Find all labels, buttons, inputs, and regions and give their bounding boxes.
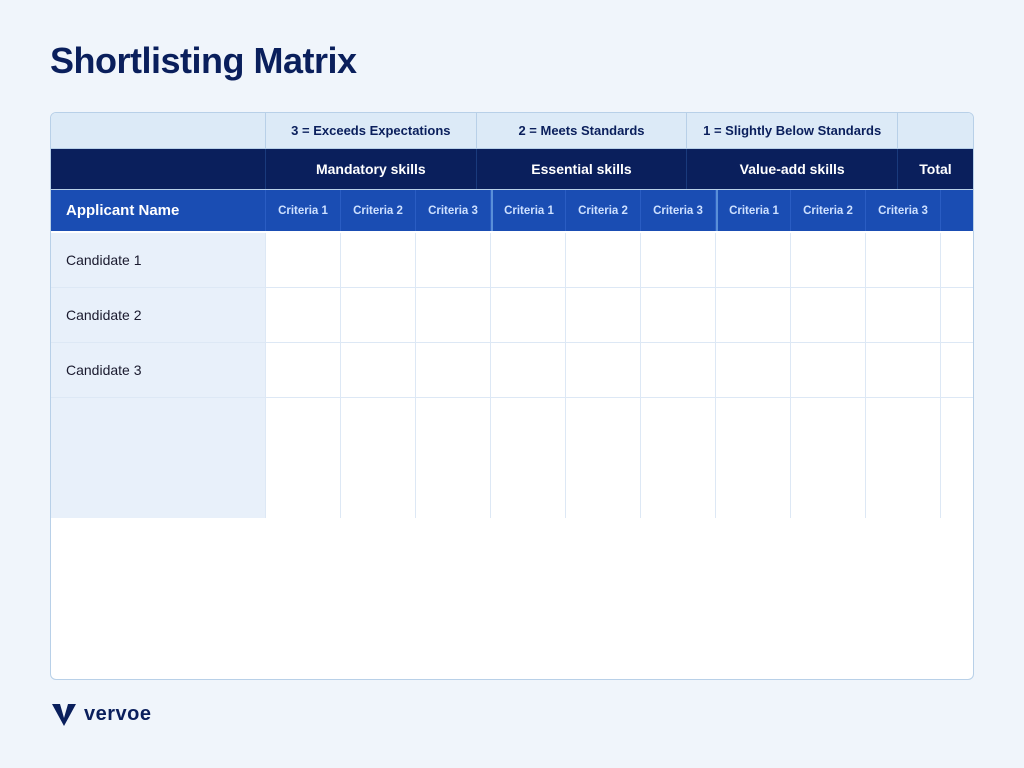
c3-m1 — [266, 343, 341, 397]
empty-row-2 — [51, 458, 973, 518]
vervoe-logo: vervoe — [50, 700, 152, 728]
c2-v2 — [791, 288, 866, 342]
empty-row-1 — [51, 398, 973, 458]
c3-m3 — [416, 343, 491, 397]
applicant-name-header: Applicant Name — [51, 190, 266, 231]
candidate-name-1: Candidate 1 — [51, 233, 266, 287]
c3-v1 — [716, 343, 791, 397]
valueadd-criteria-2: Criteria 2 — [791, 190, 866, 231]
skills-header-row: Mandatory skills Essential skills Value-… — [51, 149, 973, 190]
mandatory-criteria-2: Criteria 2 — [341, 190, 416, 231]
c2-m2 — [341, 288, 416, 342]
essential-criteria-2: Criteria 2 — [566, 190, 641, 231]
page-title: Shortlisting Matrix — [50, 40, 974, 82]
total-header: Total — [898, 149, 973, 189]
c1-total — [941, 233, 974, 287]
mandatory-skills-header: Mandatory skills — [266, 149, 477, 189]
c2-e1 — [491, 288, 566, 342]
c2-total — [941, 288, 974, 342]
c1-v3 — [866, 233, 941, 287]
c1-e3 — [641, 233, 716, 287]
c3-e3 — [641, 343, 716, 397]
c1-e2 — [566, 233, 641, 287]
legend-row: 3 = Exceeds Expectations 2 = Meets Stand… — [51, 113, 973, 149]
essential-skills-header: Essential skills — [477, 149, 688, 189]
c1-v1 — [716, 233, 791, 287]
mandatory-criteria-1: Criteria 1 — [266, 190, 341, 231]
table-row: Candidate 1 — [51, 233, 973, 288]
skills-empty-cell — [51, 149, 266, 189]
vervoe-v-icon — [50, 700, 78, 728]
candidate-name-2: Candidate 2 — [51, 288, 266, 342]
valueadd-criteria-3: Criteria 3 — [866, 190, 941, 231]
c3-v3 — [866, 343, 941, 397]
valueadd-skills-header: Value-add skills — [687, 149, 898, 189]
page-wrapper: Shortlisting Matrix 3 = Exceeds Expectat… — [0, 0, 1024, 768]
table-row: Candidate 2 — [51, 288, 973, 343]
c1-v2 — [791, 233, 866, 287]
legend-meets: 2 = Meets Standards — [477, 113, 688, 148]
c1-e1 — [491, 233, 566, 287]
candidate-name-3: Candidate 3 — [51, 343, 266, 397]
table-row: Candidate 3 — [51, 343, 973, 398]
c2-m3 — [416, 288, 491, 342]
legend-below: 1 = Slightly Below Standards — [687, 113, 898, 148]
c1-m3 — [416, 233, 491, 287]
c1-m1 — [266, 233, 341, 287]
c2-v1 — [716, 288, 791, 342]
total-criteria — [941, 190, 974, 231]
legend-exceeds: 3 = Exceeds Expectations — [266, 113, 477, 148]
legend-total-empty — [898, 113, 973, 148]
c2-e3 — [641, 288, 716, 342]
shortlisting-matrix: 3 = Exceeds Expectations 2 = Meets Stand… — [50, 112, 974, 680]
c3-v2 — [791, 343, 866, 397]
essential-criteria-1: Criteria 1 — [491, 190, 566, 231]
c3-m2 — [341, 343, 416, 397]
mandatory-criteria-3: Criteria 3 — [416, 190, 491, 231]
criteria-row: Applicant Name Criteria 1 Criteria 2 Cri… — [51, 190, 973, 233]
c2-m1 — [266, 288, 341, 342]
c3-e2 — [566, 343, 641, 397]
c1-m2 — [341, 233, 416, 287]
essential-criteria-3: Criteria 3 — [641, 190, 716, 231]
footer: vervoe — [50, 700, 974, 728]
vervoe-brand-text: vervoe — [84, 703, 152, 726]
c3-e1 — [491, 343, 566, 397]
valueadd-criteria-1: Criteria 1 — [716, 190, 791, 231]
legend-empty-cell — [51, 113, 266, 148]
c3-total — [941, 343, 974, 397]
c2-e2 — [566, 288, 641, 342]
c2-v3 — [866, 288, 941, 342]
